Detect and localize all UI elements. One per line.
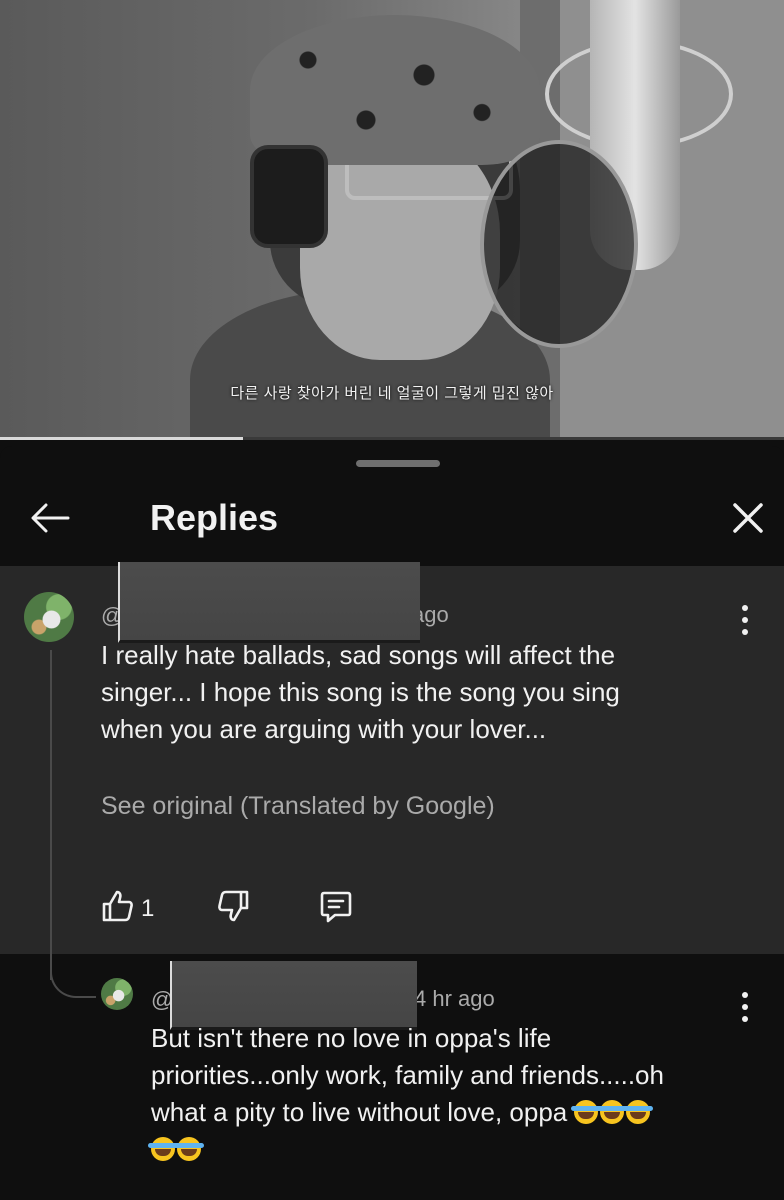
video-player[interactable]: 다른 사랑 찾아가 버린 네 얼굴이 그렇게 밉진 않아 xyxy=(0,0,784,440)
redaction-box xyxy=(118,562,420,643)
back-arrow-icon[interactable] xyxy=(28,498,72,538)
avatar[interactable] xyxy=(101,978,133,1010)
reply-text-line: what a pity to live without love, oppa xyxy=(151,1094,751,1131)
reply-comment-icon[interactable] xyxy=(318,888,354,924)
video-subtitle: 다른 사랑 찾아가 버린 네 얼굴이 그렇게 밉진 않아 xyxy=(230,385,554,402)
reply-text-line: But isn't there no love in oppa's life xyxy=(151,1023,552,1053)
avatar[interactable] xyxy=(24,592,74,642)
reply-text-line: priorities...only work, family and frien… xyxy=(151,1060,664,1090)
video-progress-fill xyxy=(0,437,244,440)
thumbs-up-icon[interactable] xyxy=(100,888,136,924)
reply-text: But isn't there no love in oppa's life p… xyxy=(148,1020,751,1168)
thread-line xyxy=(50,650,52,980)
drag-handle[interactable] xyxy=(356,460,440,467)
page-title: Replies xyxy=(150,497,279,538)
video-progress-bar[interactable] xyxy=(0,437,784,440)
replies-header: Replies xyxy=(0,484,784,564)
face-with-tears-of-joy-icon xyxy=(571,1100,602,1124)
face-with-tears-of-joy-icon xyxy=(597,1100,628,1124)
close-icon[interactable] xyxy=(728,498,768,538)
face-with-tears-of-joy-icon xyxy=(148,1137,178,1161)
see-original-link[interactable]: See original (Translated by Google) xyxy=(101,792,495,821)
face-with-tears-of-joy-icon xyxy=(174,1137,204,1161)
comment-text-line: when you are arguing with your lover... xyxy=(101,714,547,744)
singer-cap xyxy=(250,15,540,165)
thumbs-down-icon[interactable] xyxy=(215,888,251,924)
pop-filter xyxy=(480,140,638,348)
comment-text: I really hate ballads, sad songs will af… xyxy=(101,637,741,748)
like-count: 1 xyxy=(141,895,155,922)
reply-timestamp: 4 hr ago xyxy=(414,986,495,1011)
face-with-tears-of-joy-icon xyxy=(623,1100,654,1124)
emoji-group xyxy=(571,1097,654,1127)
emoji-group xyxy=(148,1131,751,1168)
reply-text-segment: what a pity to live without love, oppa xyxy=(151,1097,568,1127)
headphone-icon xyxy=(250,145,328,248)
comment-text-line: singer... I hope this song is the song y… xyxy=(101,677,620,707)
comment-text-line: I really hate ballads, sad songs will af… xyxy=(101,640,616,670)
